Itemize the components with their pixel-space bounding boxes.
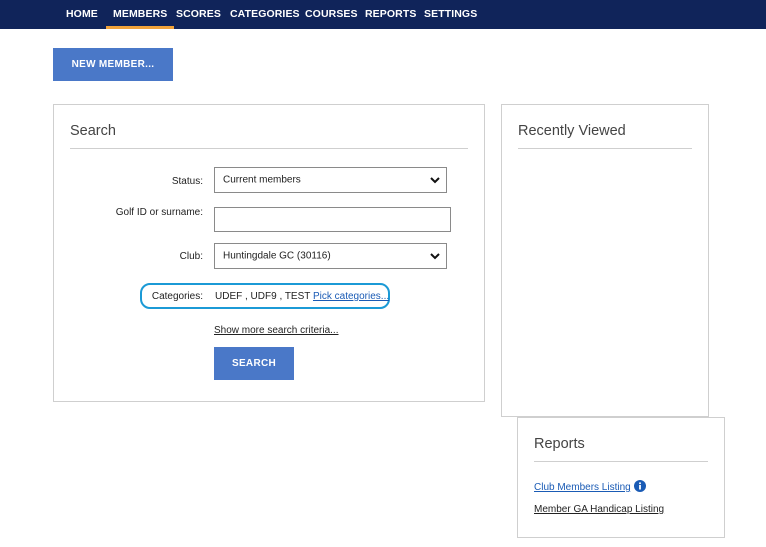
- golfid-search-input[interactable]: [214, 207, 451, 232]
- club-label: Club:: [179, 251, 203, 262]
- pick-categories-link[interactable]: Pick categories...: [313, 291, 389, 302]
- club-members-listing-link[interactable]: Club Members Listing: [534, 482, 631, 493]
- reports-title: Reports: [534, 436, 585, 452]
- nav-home[interactable]: HOME: [66, 0, 98, 29]
- categories-selected: UDEF , UDF9 , TEST: [215, 291, 311, 302]
- recently-viewed-title: Recently Viewed: [518, 123, 626, 139]
- categories-value: UDEF , UDF9 , TEST Pick categories...: [215, 291, 389, 302]
- status-select-value: Current members: [223, 174, 301, 186]
- show-more-criteria-link[interactable]: Show more search criteria...: [214, 325, 339, 336]
- search-title-divider: [70, 148, 468, 149]
- nav-settings[interactable]: SETTINGS: [424, 0, 477, 29]
- reports-panel: Reports Club Members Listing Member GA H…: [517, 417, 725, 538]
- golfid-label: Golf ID or surname:: [115, 207, 203, 218]
- nav-scores[interactable]: SCORES: [176, 0, 221, 29]
- search-button[interactable]: SEARCH: [214, 347, 294, 380]
- recently-viewed-divider: [518, 148, 692, 149]
- new-member-button[interactable]: NEW MEMBER...: [53, 48, 173, 81]
- member-ga-handicap-listing-link[interactable]: Member GA Handicap Listing: [534, 504, 664, 515]
- recently-viewed-panel: Recently Viewed: [501, 104, 709, 417]
- status-select[interactable]: Current members: [214, 167, 447, 193]
- info-icon[interactable]: [633, 480, 646, 492]
- club-select-value: Huntingdale GC (30116): [223, 250, 331, 262]
- club-select[interactable]: Huntingdale GC (30116): [214, 243, 447, 269]
- club-members-listing-row: Club Members Listing: [534, 480, 646, 493]
- categories-label: Categories:: [151, 291, 203, 302]
- nav-reports[interactable]: REPORTS: [365, 0, 416, 29]
- nav-members[interactable]: MEMBERS: [105, 0, 175, 29]
- status-label: Status:: [171, 176, 203, 187]
- chevron-down-icon: [430, 253, 440, 260]
- search-panel: Search Status: Current members Golf ID o…: [53, 104, 485, 402]
- top-nav: HOME MEMBERS SCORES CATEGORIES COURSES R…: [0, 0, 766, 29]
- chevron-down-icon: [430, 177, 440, 184]
- nav-categories[interactable]: CATEGORIES: [230, 0, 300, 29]
- nav-courses[interactable]: COURSES: [305, 0, 358, 29]
- reports-divider: [534, 461, 708, 462]
- search-panel-title: Search: [70, 123, 116, 139]
